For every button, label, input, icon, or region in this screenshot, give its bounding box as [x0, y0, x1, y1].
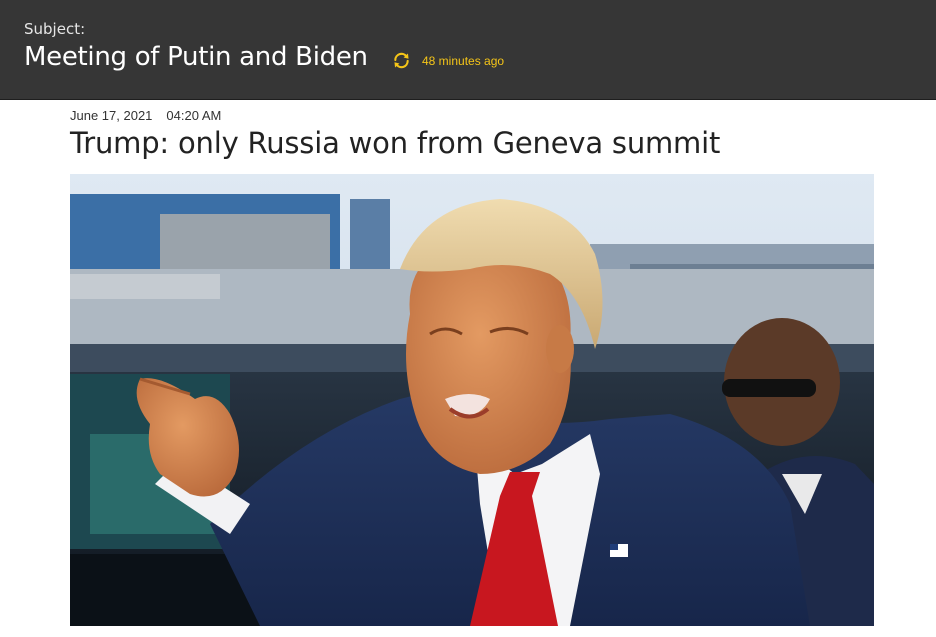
article-time: 04:20 AM [166, 108, 222, 123]
update-status: 48 minutes ago [392, 51, 504, 70]
article-meta: June 17, 2021 04:20 AM [70, 108, 221, 123]
subject-title-link[interactable]: Meeting of Putin and Biden [24, 42, 368, 72]
article-date: June 17, 2021 [70, 108, 153, 123]
refresh-icon[interactable] [392, 51, 411, 70]
updated-time: 48 minutes ago [422, 53, 505, 68]
article-headline[interactable]: Trump: only Russia won from Geneva summi… [70, 126, 720, 160]
article-photo[interactable] [70, 174, 874, 626]
subject-label: Subject: [24, 20, 86, 38]
photo-illustration [70, 174, 874, 626]
topic-header: Subject: Meeting of Putin and Biden 48 m… [0, 0, 936, 100]
